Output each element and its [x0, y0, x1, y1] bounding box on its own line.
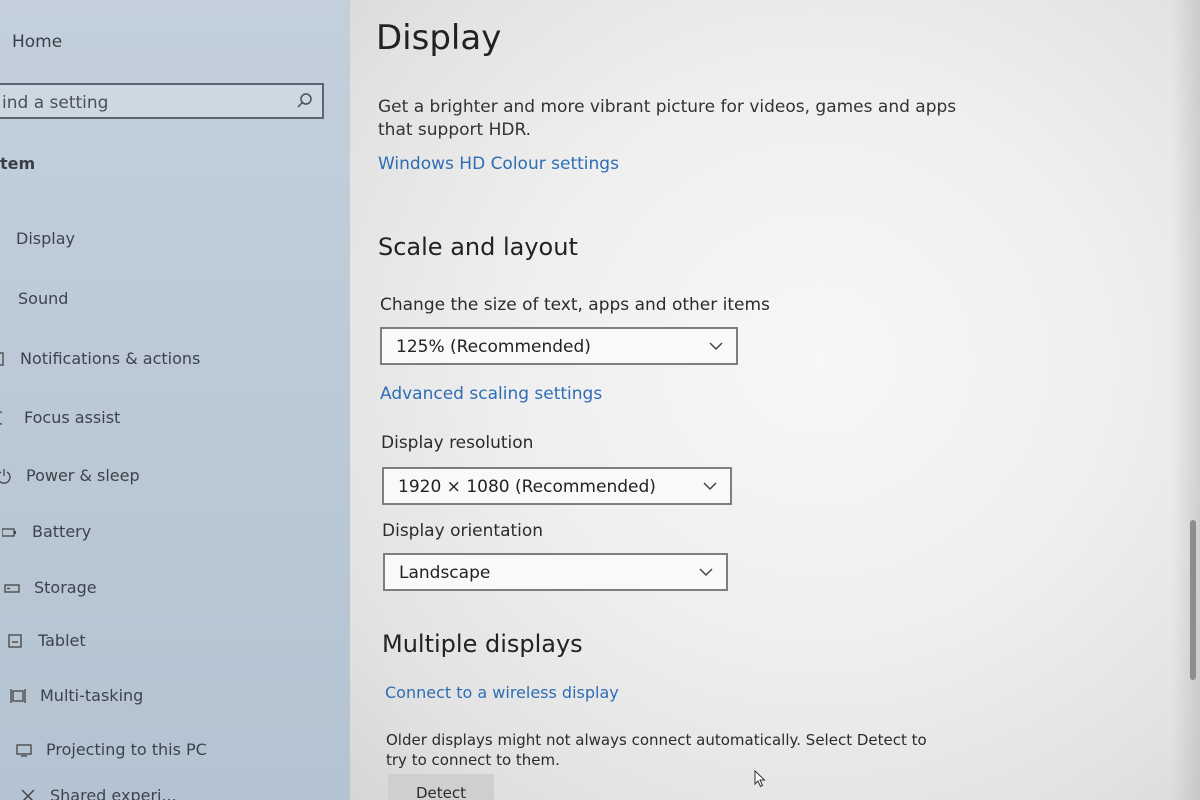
sidebar-item-multitasking[interactable]: Multi-tasking — [10, 686, 143, 705]
main-content: Display Get a brighter and more vibrant … — [350, 0, 1200, 800]
orientation-label: Display orientation — [382, 521, 544, 541]
orientation-dropdown[interactable]: Landscape — [383, 553, 728, 591]
scale-dropdown[interactable]: 125% (Recommended) — [380, 327, 738, 365]
sidebar-item-sound[interactable]: Sound — [18, 289, 68, 308]
advanced-scaling-link[interactable]: Advanced scaling settings — [380, 384, 602, 404]
scale-layout-heading: Scale and layout — [378, 233, 578, 261]
multitasking-icon — [10, 688, 26, 704]
cursor-icon — [754, 770, 766, 788]
page-title: Display — [376, 18, 502, 58]
detect-button[interactable]: Detect — [388, 774, 494, 800]
sidebar-item-storage[interactable]: Storage — [4, 578, 97, 597]
sidebar-item-label: Focus assist — [24, 408, 121, 427]
sidebar-item-label: Tablet — [38, 631, 86, 650]
window-edge — [1172, 0, 1200, 800]
sidebar-item-projecting[interactable]: Projecting to this PC — [16, 740, 207, 759]
resolution-dropdown[interactable]: 1920 × 1080 (Recommended) — [382, 467, 732, 505]
sidebar-item-shared-experiences[interactable]: Shared experi... — [20, 786, 177, 800]
sidebar-item-label: Multi-tasking — [40, 686, 144, 705]
sidebar-item-label: Storage — [34, 578, 97, 597]
hdr-description: Get a brighter and more vibrant picture … — [378, 97, 957, 140]
shared-icon — [20, 788, 36, 800]
projecting-icon — [16, 742, 32, 758]
section-heading-system: tem — [0, 154, 36, 173]
sidebar-item-display[interactable]: Display — [16, 229, 75, 248]
chevron-down-icon — [699, 568, 713, 577]
storage-icon — [4, 580, 20, 596]
sidebar-item-power-sleep[interactable]: Power & sleep — [0, 466, 140, 485]
power-icon — [0, 468, 12, 484]
chevron-down-icon — [703, 482, 717, 491]
battery-icon — [1, 524, 18, 540]
scrollbar[interactable] — [1190, 520, 1196, 680]
search-placeholder: ind a setting — [2, 93, 109, 113]
orientation-value: Landscape — [399, 563, 491, 583]
wireless-display-link[interactable]: Connect to a wireless display — [385, 683, 619, 702]
sidebar-item-label: Notifications & actions — [20, 349, 201, 368]
resolution-value: 1920 × 1080 (Recommended) — [398, 477, 656, 497]
sidebar-item-label: Projecting to this PC — [46, 740, 207, 759]
sidebar-item-notifications[interactable]: Notifications & actions — [0, 349, 200, 368]
sidebar-item-label: Shared experi... — [50, 786, 177, 800]
chevron-down-icon — [709, 342, 723, 351]
multiple-displays-heading: Multiple displays — [382, 630, 583, 658]
detect-description: Older displays might not always connect … — [386, 731, 927, 769]
sidebar-item-tablet[interactable]: Tablet — [8, 631, 86, 650]
resolution-label: Display resolution — [381, 433, 534, 453]
search-input[interactable]: ind a setting — [0, 83, 324, 119]
search-icon[interactable] — [296, 92, 314, 110]
moon-icon — [0, 410, 10, 426]
home-link[interactable]: Home — [12, 32, 62, 52]
sidebar-item-focus-assist[interactable]: Focus assist — [0, 408, 120, 427]
tablet-icon — [8, 633, 24, 649]
sidebar-item-battery[interactable]: Battery — [1, 522, 92, 541]
sidebar: Home ind a setting tem Display Sound Not… — [0, 0, 350, 800]
sidebar-item-label: Power & sleep — [26, 466, 140, 485]
sidebar-item-label: Sound — [18, 289, 69, 308]
notifications-icon — [0, 351, 6, 367]
scale-value: 125% (Recommended) — [396, 337, 591, 357]
windows-hd-colour-link[interactable]: Windows HD Colour settings — [378, 154, 619, 174]
sidebar-item-label: Battery — [32, 522, 92, 541]
sidebar-item-label: Display — [16, 229, 75, 248]
scale-label: Change the size of text, apps and other … — [380, 295, 770, 315]
